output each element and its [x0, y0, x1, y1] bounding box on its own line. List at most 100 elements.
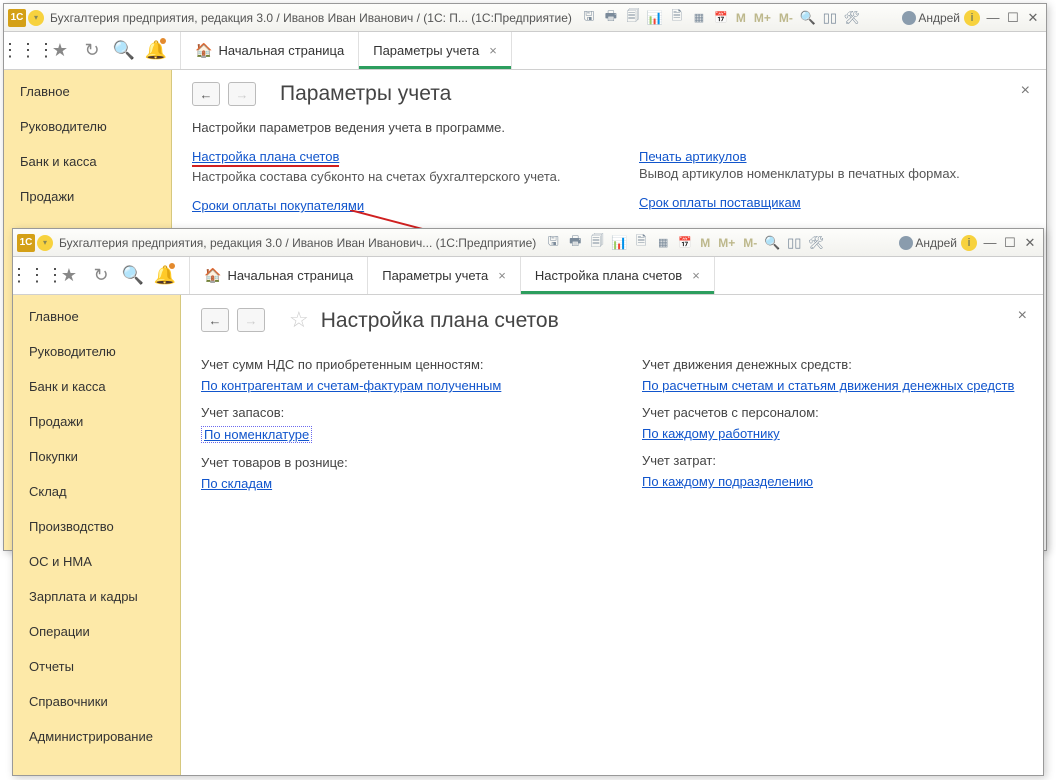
print-icon[interactable]: 🖶: [566, 234, 584, 252]
close-button[interactable]: ✕: [1021, 235, 1039, 251]
print-icon[interactable]: 🖶: [602, 9, 620, 27]
mem-m[interactable]: M: [698, 236, 712, 250]
chart-icon[interactable]: 📊: [646, 9, 664, 27]
label-cash: Учет движения денежных средств:: [642, 357, 1023, 372]
home-icon: 🏠: [204, 267, 221, 284]
tab-plan-schetov[interactable]: Настройка плана счетов ×: [521, 257, 715, 294]
calendar-icon[interactable]: 📅: [676, 234, 694, 252]
minimize-button[interactable]: —: [984, 10, 1002, 26]
history-icon[interactable]: ↻: [85, 257, 117, 294]
nav-back-button[interactable]: ←: [192, 82, 220, 106]
sidebar-item-ops[interactable]: Операции: [13, 614, 180, 649]
user-menu[interactable]: Андрей: [899, 236, 957, 250]
tools-icon[interactable]: 🛠: [843, 9, 861, 27]
sidebar-item-sales[interactable]: Продажи: [13, 404, 180, 439]
mem-mplus[interactable]: M+: [752, 11, 773, 25]
link-zapasov[interactable]: По номенклатуре: [201, 426, 312, 443]
info-icon[interactable]: i: [964, 10, 980, 26]
favorite-icon[interactable]: ★: [44, 32, 76, 69]
search-icon[interactable]: 🔍: [117, 257, 149, 294]
close-button[interactable]: ✕: [1024, 10, 1042, 26]
maximize-button[interactable]: ☐: [1004, 10, 1022, 26]
maximize-button[interactable]: ☐: [1001, 235, 1019, 251]
app-menu-dropdown[interactable]: ▾: [28, 10, 44, 26]
nav-fwd-button[interactable]: →: [228, 82, 256, 106]
history-icon[interactable]: ↻: [76, 32, 108, 69]
apps-grid-icon[interactable]: ⋮⋮⋮: [21, 257, 53, 294]
label-nds: Учет сумм НДС по приобретенным ценностям…: [201, 357, 582, 372]
link-srok-post[interactable]: Срок оплаты поставщикам: [639, 195, 801, 210]
apps-grid-icon[interactable]: ⋮⋮⋮: [12, 32, 44, 69]
link-costs[interactable]: По каждому подразделению: [642, 474, 813, 489]
panels-icon[interactable]: ▯▯: [785, 234, 803, 252]
content-2: ← → Настройка плана счетов × Учет сумм Н…: [181, 295, 1043, 775]
link-nds[interactable]: По контрагентам и счетам-фактурам получе…: [201, 378, 501, 393]
zoom-icon[interactable]: 🔍: [799, 9, 817, 27]
save-icon[interactable]: 🖫: [544, 234, 562, 252]
sidebar-item-zarplata[interactable]: Зарплата и кадры: [13, 579, 180, 614]
table-icon[interactable]: ▦: [654, 234, 672, 252]
tab-home[interactable]: 🏠 Начальная страница: [180, 32, 359, 69]
sidebar-item-warehouse[interactable]: Склад: [13, 474, 180, 509]
tab-close-icon[interactable]: ×: [692, 268, 700, 283]
sidebar-item-ruk[interactable]: Руководителю: [13, 334, 180, 369]
search-icon[interactable]: 🔍: [108, 32, 140, 69]
mem-mminus[interactable]: M-: [777, 11, 795, 25]
link-cash[interactable]: По расчетным счетам и статьям движения д…: [642, 378, 1014, 393]
page-close-button[interactable]: ×: [1018, 307, 1027, 325]
link-sroki-pokup[interactable]: Сроки оплаты покупателями: [192, 198, 364, 213]
nav-fwd-button[interactable]: →: [237, 308, 265, 332]
app-logo-icon: 1C: [8, 9, 26, 27]
sidebar-item-ruk[interactable]: Руководителю: [4, 109, 171, 144]
link-personnel[interactable]: По каждому работнику: [642, 426, 780, 441]
link-retail[interactable]: По складам: [201, 476, 272, 491]
notifications-icon[interactable]: 🔔: [140, 32, 172, 69]
app-menu-dropdown[interactable]: ▾: [37, 235, 53, 251]
sidebar-item-admin[interactable]: Администрирование: [13, 719, 180, 754]
tab-params[interactable]: Параметры учета ×: [359, 32, 512, 69]
tab-close-icon[interactable]: ×: [498, 268, 506, 283]
page-close-button[interactable]: ×: [1021, 82, 1030, 100]
user-name: Андрей: [915, 236, 957, 250]
app-logo-icon: 1C: [17, 234, 35, 252]
sidebar-item-main[interactable]: Главное: [4, 74, 171, 109]
favorite-icon[interactable]: ★: [53, 257, 85, 294]
panels-icon[interactable]: ▯▯: [821, 9, 839, 27]
tab-params[interactable]: Параметры учета ×: [368, 257, 521, 294]
tab-label: Настройка плана счетов: [535, 268, 682, 283]
copy-icon[interactable]: 🗐: [588, 234, 606, 252]
window-title: Бухгалтерия предприятия, редакция 3.0 / …: [50, 11, 572, 25]
mem-m[interactable]: M: [734, 11, 748, 25]
sidebar-item-buy[interactable]: Покупки: [13, 439, 180, 474]
user-menu[interactable]: Андрей: [902, 11, 960, 25]
doc-icon[interactable]: 🗎: [632, 234, 650, 252]
zoom-icon[interactable]: 🔍: [763, 234, 781, 252]
calendar-icon[interactable]: 📅: [712, 9, 730, 27]
table-icon[interactable]: ▦: [690, 9, 708, 27]
toolbar-2: ⋮⋮⋮ ★ ↻ 🔍 🔔 🏠 Начальная страница Парамет…: [13, 257, 1043, 295]
sidebar-item-prod[interactable]: Производство: [13, 509, 180, 544]
copy-icon[interactable]: 🗐: [624, 9, 642, 27]
tab-home[interactable]: 🏠 Начальная страница: [189, 257, 368, 294]
link-print-art[interactable]: Печать артикулов: [639, 149, 747, 164]
info-icon[interactable]: i: [961, 235, 977, 251]
notifications-icon[interactable]: 🔔: [149, 257, 181, 294]
doc-icon[interactable]: 🗎: [668, 9, 686, 27]
sidebar-item-sales[interactable]: Продажи: [4, 179, 171, 214]
sidebar-item-os[interactable]: ОС и НМА: [13, 544, 180, 579]
mem-mplus[interactable]: M+: [716, 236, 737, 250]
tab-close-icon[interactable]: ×: [489, 43, 497, 58]
nav-back-button[interactable]: ←: [201, 308, 229, 332]
mem-mminus[interactable]: M-: [741, 236, 759, 250]
link-plan-schetov[interactable]: Настройка плана счетов: [192, 149, 339, 167]
sidebar-item-bank[interactable]: Банк и касса: [4, 144, 171, 179]
minimize-button[interactable]: —: [981, 235, 999, 251]
chart-icon[interactable]: 📊: [610, 234, 628, 252]
sidebar-item-bank[interactable]: Банк и касса: [13, 369, 180, 404]
tab-label: Начальная страница: [227, 268, 353, 283]
tools-icon[interactable]: 🛠: [807, 234, 825, 252]
save-icon[interactable]: 🖫: [580, 9, 598, 27]
sidebar-item-reports[interactable]: Отчеты: [13, 649, 180, 684]
sidebar-item-ref[interactable]: Справочники: [13, 684, 180, 719]
sidebar-item-main[interactable]: Главное: [13, 299, 180, 334]
